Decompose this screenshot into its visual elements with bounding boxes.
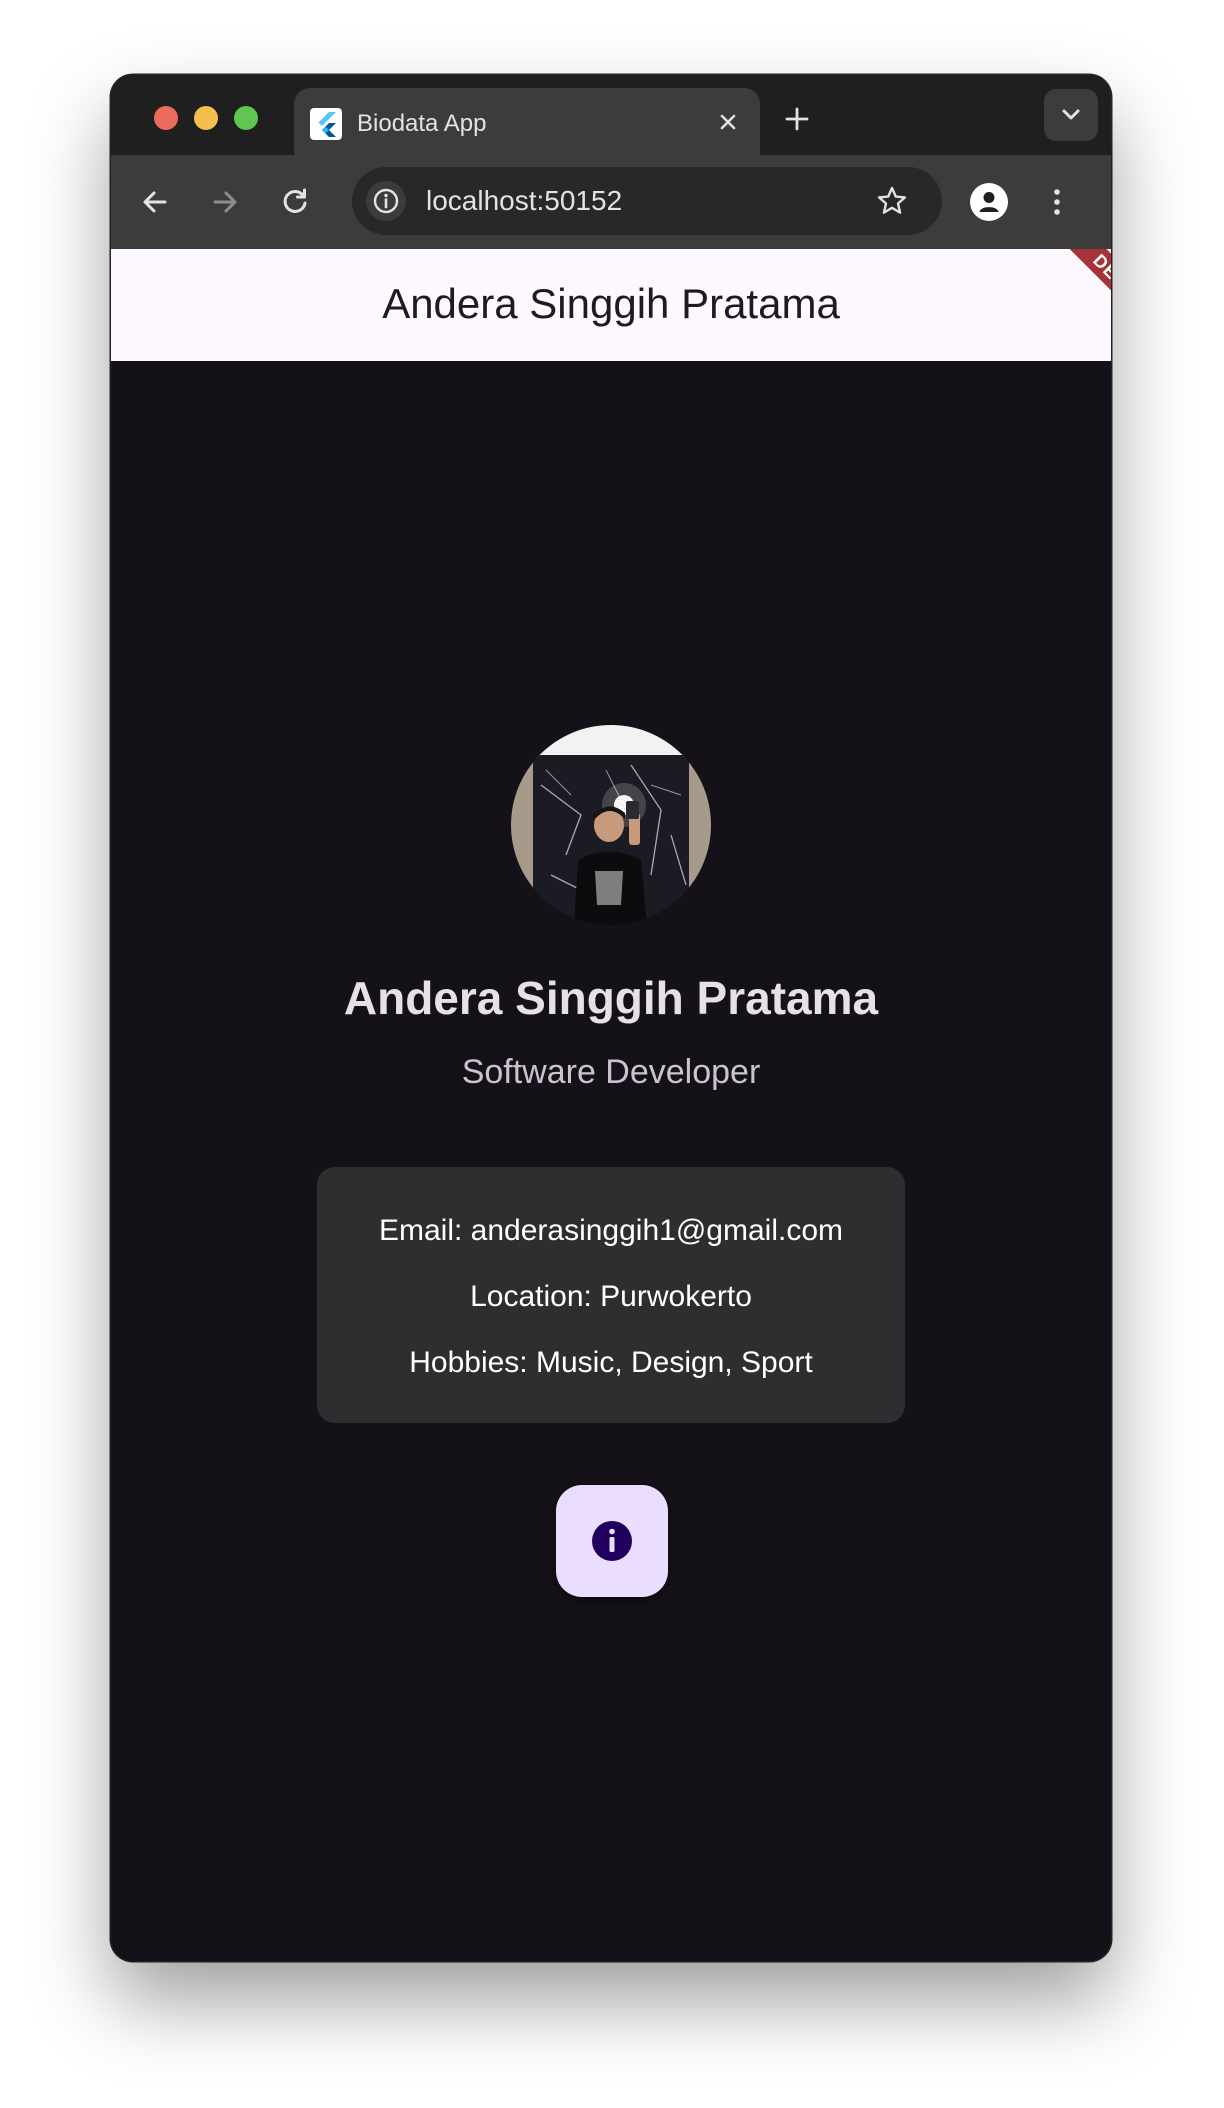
- back-arrow-icon[interactable]: [135, 182, 175, 222]
- info-fab-button[interactable]: [556, 1485, 668, 1597]
- tab-search-dropdown-button[interactable]: [1044, 89, 1098, 141]
- site-info-icon[interactable]: [366, 181, 406, 221]
- close-tab-icon[interactable]: [712, 106, 744, 138]
- hobbies-text: Hobbies: Music, Design, Sport: [409, 1346, 813, 1379]
- new-tab-icon[interactable]: [780, 102, 814, 136]
- tab-biodata-app[interactable]: Biodata App: [294, 88, 760, 155]
- bookmark-star-icon[interactable]: [872, 181, 912, 221]
- more-vert-icon[interactable]: [1037, 182, 1077, 222]
- email-text: Email: anderasinggih1@gmail.com: [378, 1214, 843, 1247]
- profile-avatar-icon[interactable]: [969, 182, 1009, 222]
- profile-name: Andera Singgih Pratama: [343, 972, 879, 1024]
- forward-arrow-icon[interactable]: [205, 182, 245, 222]
- browser-window: Biodata App localhost:50152 Andera Singg…: [111, 75, 1111, 1961]
- tab-bar: Biodata App: [111, 75, 1111, 155]
- profile-role: Software Developer: [461, 1053, 761, 1091]
- info-icon: [556, 1521, 668, 1601]
- tab-title: Biodata App: [357, 110, 487, 137]
- url-text: localhost:50152: [426, 185, 623, 216]
- location-text: Location: Purwokerto: [470, 1280, 752, 1313]
- app-bar: Andera Singgih Pratama DEBUG: [111, 249, 1111, 361]
- close-window-button[interactable]: [154, 106, 178, 130]
- info-card: Email: anderasinggih1@gmail.com Location…: [317, 1167, 905, 1423]
- address-bar[interactable]: localhost:50152: [352, 167, 942, 235]
- app-bar-title: Andera Singgih Pratama: [382, 280, 840, 327]
- reload-icon[interactable]: [275, 182, 315, 222]
- maximize-window-button[interactable]: [234, 106, 258, 130]
- profile-avatar: [511, 725, 711, 925]
- minimize-window-button[interactable]: [194, 106, 218, 130]
- browser-toolbar: localhost:50152: [111, 155, 1111, 249]
- flutter-logo-icon: [310, 108, 342, 140]
